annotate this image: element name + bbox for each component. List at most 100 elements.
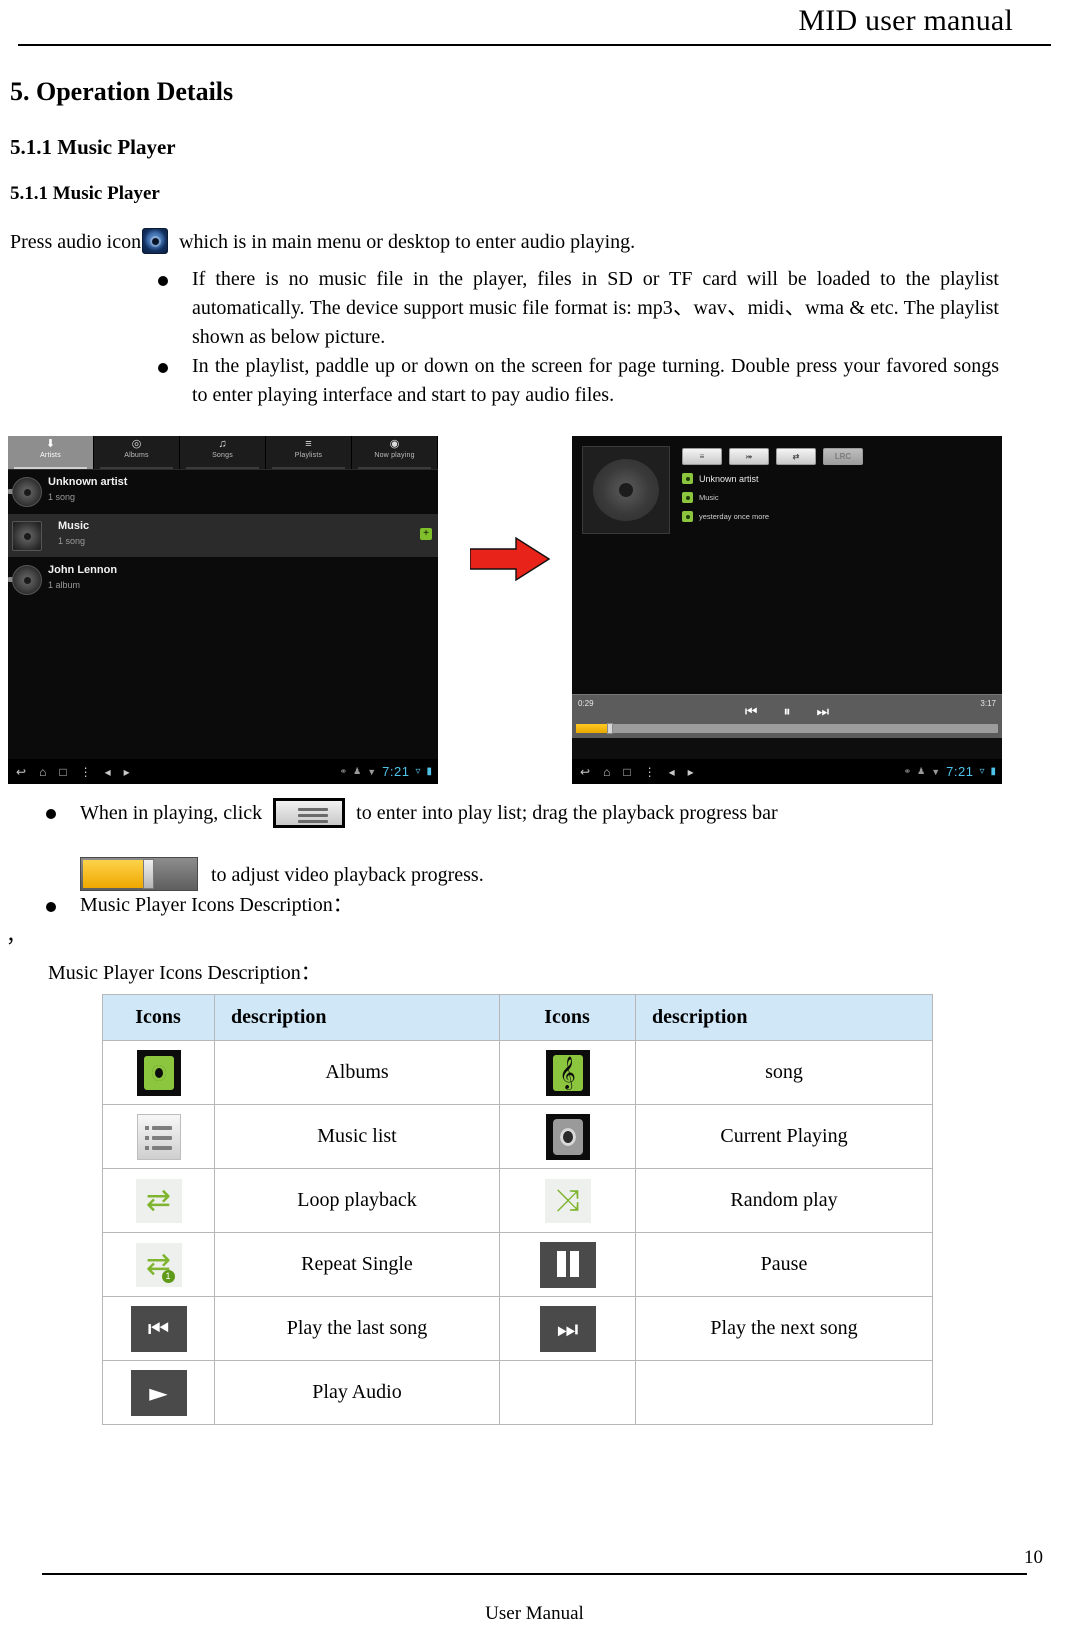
back-icon[interactable]: ↩: [16, 766, 26, 778]
tab-underline: [100, 467, 173, 469]
manual-title: MID user manual: [798, 4, 1013, 37]
list-item[interactable]: Unknown artist 1 song: [8, 470, 438, 514]
bullet3-text-1: When in playing, click: [80, 802, 263, 824]
metadata-song-row: yesterday once more: [682, 511, 992, 522]
pause-icon[interactable]: ⏸: [784, 704, 791, 718]
recents-icon[interactable]: □: [623, 766, 630, 778]
next-icon[interactable]: ⏭: [817, 704, 830, 718]
section-title: 5. Operation Details: [10, 77, 234, 106]
home-icon[interactable]: ⌂: [39, 766, 46, 778]
flow-arrow-icon: [470, 536, 550, 582]
bullet-list-top: If there is no music file in the player,…: [4, 265, 1057, 410]
list-item[interactable]: Music 1 song +: [8, 514, 438, 558]
intro-text-after: which is in main menu or desktop to ente…: [179, 231, 636, 253]
tab-songs[interactable]: ♫ Songs: [180, 436, 266, 469]
shuffle-icon: ⤖: [745, 451, 753, 461]
usb-icon: ⚭: [339, 766, 348, 776]
screenshot-pair: ⬇ Artists ◎ Albums ♫ Songs ≡ Playlists ◉…: [4, 436, 1057, 788]
download-icon: ▼: [367, 766, 377, 777]
cell-icon: ⏮: [102, 1296, 215, 1361]
cell-description: Current Playing: [635, 1104, 933, 1169]
cell-icon: ⏭: [499, 1296, 636, 1361]
battery-icon: ▮: [426, 766, 432, 777]
volume-down-icon[interactable]: ◂: [105, 766, 111, 778]
now-playing-screenshot: ≡ ⤖ ⇄ LRC Unknown artist Music yesterday…: [572, 436, 1002, 784]
microphone-icon: ⬇: [45, 438, 56, 450]
volume-up-icon[interactable]: ▸: [688, 766, 694, 778]
album-icon: [136, 1049, 181, 1096]
cell-icon: ⇄ 1: [102, 1232, 215, 1297]
metadata-artist-row: Unknown artist: [682, 473, 992, 484]
cell-description: Play Audio: [214, 1360, 500, 1425]
audio-app-icon: [142, 228, 169, 254]
back-icon[interactable]: ↩: [580, 766, 590, 778]
table-header-row: Icons description Icons description: [102, 994, 933, 1041]
cell-icon: ⤨: [499, 1168, 636, 1233]
playlist-button[interactable]: ≡: [682, 448, 722, 465]
album-art: [582, 446, 670, 534]
recents-icon[interactable]: □: [59, 766, 66, 778]
lrc-button[interactable]: LRC: [823, 448, 863, 465]
table-row: ⇄ Loop playback ⤨ Random play: [102, 1168, 933, 1233]
disc-graphic: [593, 459, 659, 521]
tab-artists[interactable]: ⬇ Artists: [8, 436, 94, 469]
menu-icon[interactable]: ⋮: [80, 766, 92, 778]
list-item-title: Unknown artist: [48, 476, 128, 488]
list-item-subtitle: 1 song: [48, 492, 76, 502]
subsection-heading: 5.1.1 Music Player: [10, 135, 176, 159]
previous-icon[interactable]: ⏮: [745, 704, 758, 718]
shuffle-button[interactable]: ⤖: [729, 448, 769, 465]
tab-label: Albums: [124, 452, 149, 459]
home-icon[interactable]: ⌂: [603, 766, 610, 778]
progress-bar[interactable]: [576, 723, 998, 734]
th-icons-1: Icons: [102, 994, 215, 1041]
table-row: Albums 𝄞 song: [102, 1040, 933, 1105]
album-icon: [682, 492, 693, 503]
list-item-title: Music: [58, 520, 90, 532]
loop-icon: ⇄: [135, 1178, 182, 1223]
progress-bar-image: [80, 857, 198, 891]
playback-controls: ⏮ ⏸ ⏭: [745, 704, 829, 718]
table-row: ⏮ Play the last song ⏭ Play the next son…: [102, 1296, 933, 1361]
volume-up-icon[interactable]: ▸: [124, 766, 130, 778]
add-icon[interactable]: +: [420, 528, 432, 540]
tab-playlists[interactable]: ≡ Playlists: [266, 436, 352, 469]
cell-icon: [499, 1104, 636, 1169]
table-row: ⇄ 1 Repeat Single Pause: [102, 1232, 933, 1297]
artist-thumbnail: [12, 565, 42, 595]
bullet-item: Music Player Icons Description：: [44, 891, 1057, 920]
menu-icon[interactable]: ⋮: [644, 766, 656, 778]
page-number: 10: [1024, 1547, 1043, 1568]
volume-down-icon[interactable]: ◂: [669, 766, 675, 778]
list-item[interactable]: John Lennon 1 album: [8, 558, 438, 602]
bullet-list-bottom: When in playing, click to enter into pla…: [4, 798, 1057, 920]
music-note-icon: ♫: [218, 438, 227, 450]
tab-label: Now playing: [374, 452, 415, 459]
playlist-button-image: [273, 798, 346, 828]
cell-icon-empty: [499, 1360, 636, 1425]
now-playing-buttons: ≡ ⤖ ⇄ LRC: [682, 448, 992, 465]
progress-knob[interactable]: [606, 723, 613, 734]
bullet3-text-3: to adjust video playback progress.: [211, 864, 484, 886]
empty-list-area: [8, 602, 438, 784]
navbar-status-group[interactable]: ⚭ ♟ ▼ 7:21 ▿ ▮: [904, 764, 1002, 779]
tab-albums[interactable]: ◎ Albums: [94, 436, 180, 469]
tab-underline: [358, 467, 431, 469]
notification-icon: ♟: [353, 766, 362, 776]
navbar-left-group: ↩ ⌂ □ ⋮ ◂ ▸: [572, 766, 694, 778]
footer-title: User Manual: [485, 1603, 584, 1624]
progress-fill: [83, 860, 143, 888]
navbar-status-group[interactable]: ⚭ ♟ ▼ 7:21 ▿ ▮: [340, 764, 438, 779]
cell-icon: [102, 1104, 215, 1169]
now-playing-icon: ◉: [389, 438, 400, 450]
icons-description-table: Icons description Icons description Albu…: [102, 994, 933, 1425]
music-tab-bar: ⬇ Artists ◎ Albums ♫ Songs ≡ Playlists ◉…: [8, 436, 438, 470]
table-caption: Music Player Icons Description：: [48, 962, 321, 984]
tab-now-playing[interactable]: ◉ Now playing: [352, 436, 438, 469]
download-icon: ▼: [931, 766, 941, 777]
table-row: Music list Current Playing: [102, 1104, 933, 1169]
cell-icon: ►: [102, 1360, 215, 1425]
progress-knob: [143, 859, 154, 889]
loop-button[interactable]: ⇄: [776, 448, 816, 465]
cell-description: Pause: [635, 1232, 933, 1297]
